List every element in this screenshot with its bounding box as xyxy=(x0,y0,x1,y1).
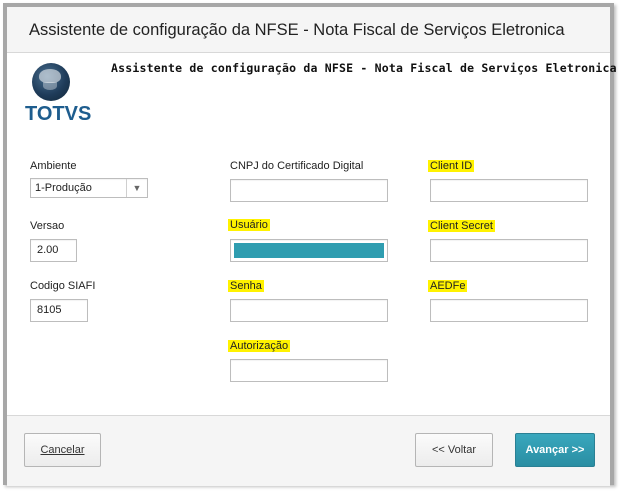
chevron-down-icon[interactable]: ▼ xyxy=(126,179,147,197)
versao-value: 2.00 xyxy=(37,244,59,256)
logo-text: TOTVS xyxy=(25,103,92,125)
wizard-header: Assistente de configuração da NFSE - Not… xyxy=(111,61,617,75)
aedfe-input[interactable] xyxy=(430,299,588,322)
cancel-button[interactable]: Cancelar xyxy=(24,433,101,467)
cancel-button-label: Cancelar xyxy=(40,444,85,456)
client-secret-label-wrap: Client Secret xyxy=(428,220,495,232)
ambiente-select[interactable]: 1-Produção ▼ xyxy=(30,178,148,198)
codigo-siafi-input[interactable]: 8105 xyxy=(30,299,88,322)
client-secret-label: Client Secret xyxy=(428,220,495,232)
versao-input[interactable]: 2.00 xyxy=(30,239,77,262)
senha-input[interactable] xyxy=(230,299,388,322)
versao-label: Versao xyxy=(30,220,65,232)
usuario-label-wrap: Usuário xyxy=(228,219,270,231)
codigo-siafi-label: Codigo SIAFI xyxy=(30,280,96,292)
usuario-label: Usuário xyxy=(228,219,270,231)
totvs-logo: TOTVS xyxy=(23,63,91,125)
title-bar: Assistente de configuração da NFSE - Not… xyxy=(7,7,610,53)
ambiente-label: Ambiente xyxy=(30,160,77,172)
usuario-input[interactable] xyxy=(230,239,388,262)
senha-label-wrap: Senha xyxy=(228,280,264,292)
ambiente-value: 1-Produção xyxy=(35,182,92,194)
senha-label: Senha xyxy=(228,280,264,292)
client-id-input[interactable] xyxy=(430,179,588,202)
back-button[interactable]: << Voltar xyxy=(415,433,493,467)
autorizacao-label-wrap: Autorização xyxy=(228,340,291,352)
client-id-label: Client ID xyxy=(428,160,475,172)
client-secret-input[interactable] xyxy=(430,239,588,262)
usuario-selection xyxy=(234,243,384,258)
cnpj-input[interactable] xyxy=(230,179,388,202)
logo-globe-icon xyxy=(32,63,70,101)
wizard-window: Assistente de configuração da NFSE - Not… xyxy=(3,3,617,486)
next-button[interactable]: Avançar >> xyxy=(515,433,595,467)
client-id-label-wrap: Client ID xyxy=(428,160,475,172)
autorizacao-label: Autorização xyxy=(228,340,291,352)
codigo-siafi-value: 8105 xyxy=(37,304,62,316)
aedfe-label-wrap: AEDFe xyxy=(428,280,468,292)
next-button-label: Avançar >> xyxy=(525,444,585,456)
aedfe-label: AEDFe xyxy=(428,280,468,292)
autorizacao-input[interactable] xyxy=(230,359,388,382)
cnpj-label: CNPJ do Certificado Digital xyxy=(230,160,364,172)
back-button-label: << Voltar xyxy=(431,444,477,456)
window-title: Assistente de configuração da NFSE - Not… xyxy=(29,21,565,39)
wizard-footer: Cancelar << Voltar Avançar >> xyxy=(7,415,610,486)
